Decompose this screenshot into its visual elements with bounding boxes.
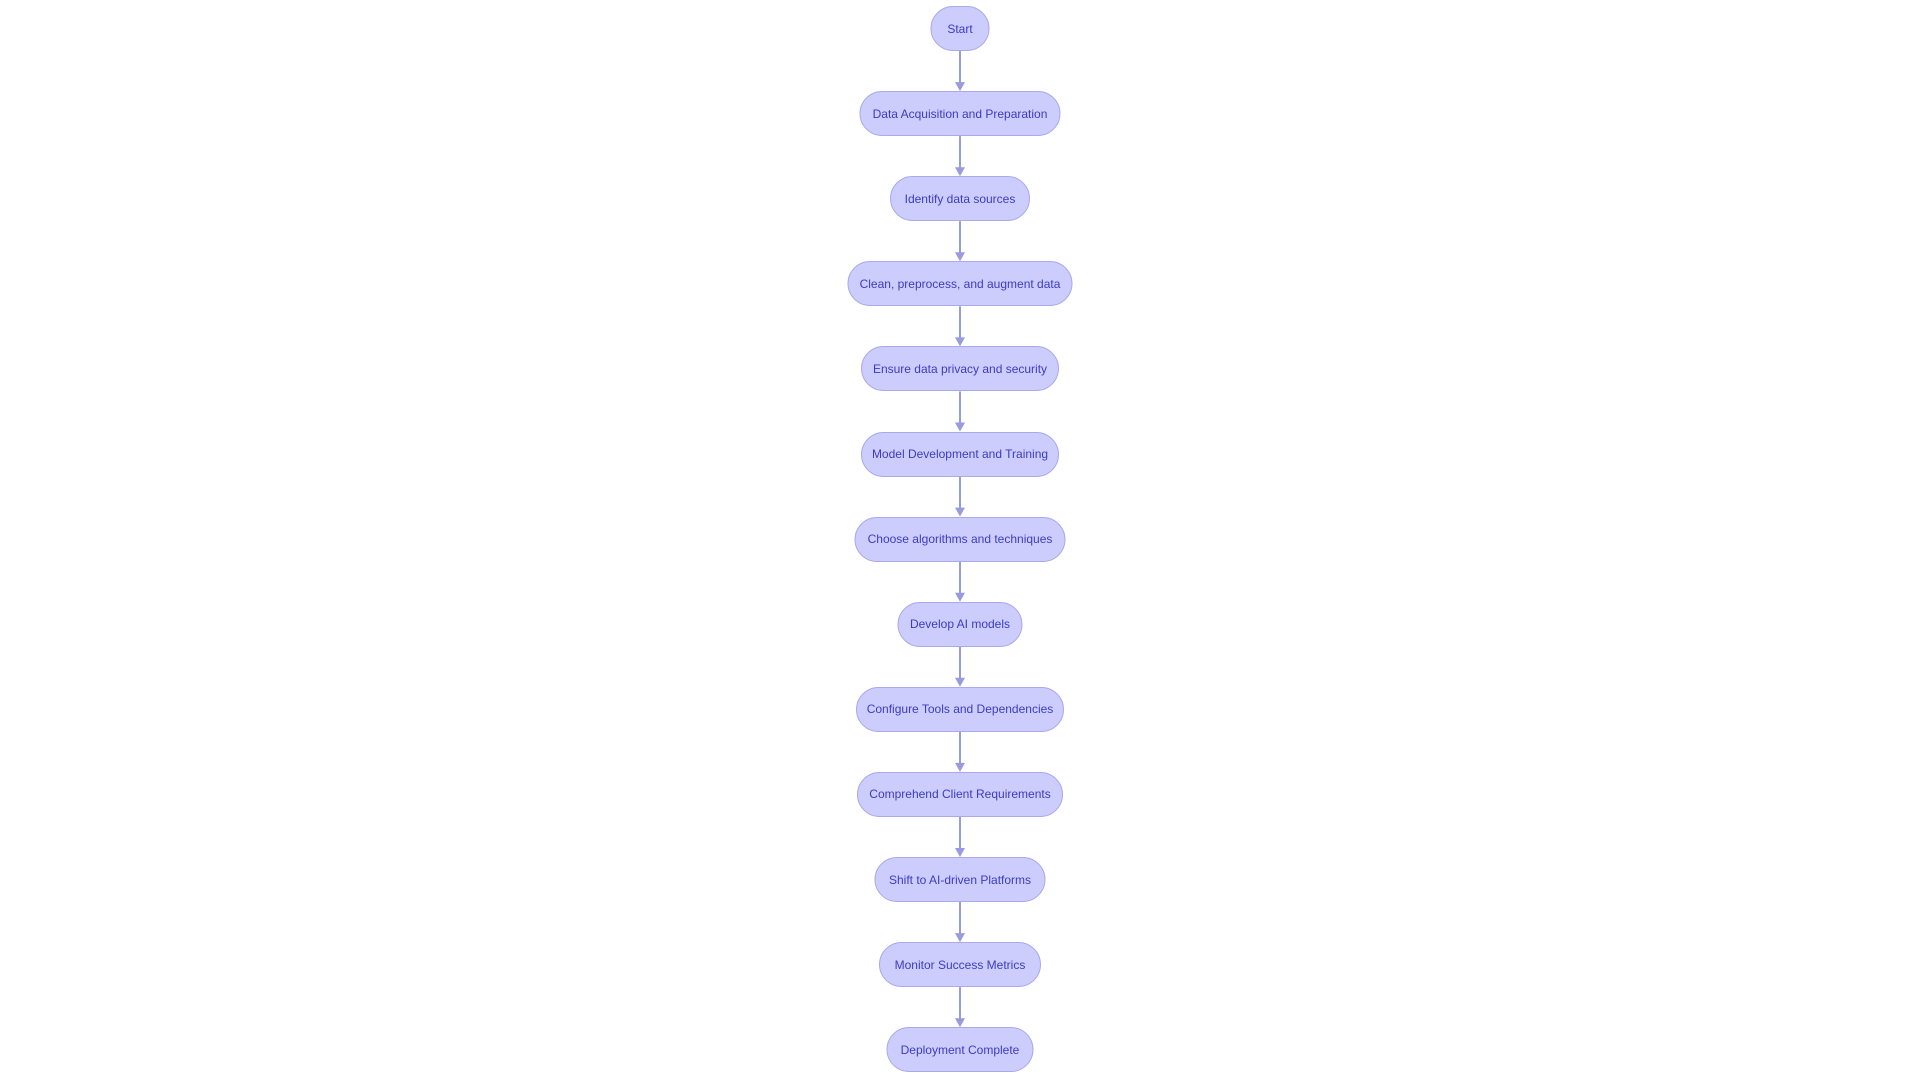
flow-node: Start <box>930 6 990 51</box>
flow-node: Comprehend Client Requirements <box>857 771 1063 817</box>
flow-node: Model Development and Training <box>861 431 1059 477</box>
arrowhead-icon <box>955 933 965 943</box>
flow-node: Data Acquisition and Preparation <box>859 91 1061 137</box>
arrowhead-icon <box>955 762 965 772</box>
flow-node: Develop AI models <box>897 601 1023 647</box>
arrowhead-icon <box>955 422 965 432</box>
flow-node: Shift to AI-driven Platforms <box>874 857 1046 902</box>
arrowhead-icon <box>955 167 965 177</box>
flow-node: Choose algorithms and techniques <box>854 516 1066 562</box>
flow-node: Identify data sources <box>890 176 1030 222</box>
flow-node: Configure Tools and Dependencies <box>856 686 1064 732</box>
flow-node: Ensure data privacy and security <box>861 346 1059 392</box>
flow-node: Clean, preprocess, and augment data <box>847 261 1073 307</box>
arrowhead-icon <box>955 82 965 92</box>
arrowhead-icon <box>955 677 965 687</box>
flow-node: Monitor Success Metrics <box>879 942 1041 988</box>
arrowhead-icon <box>955 507 965 517</box>
arrowhead-icon <box>955 252 965 262</box>
arrowhead-icon <box>955 337 965 347</box>
arrowhead-icon <box>955 848 965 857</box>
arrowhead-icon <box>955 1018 965 1028</box>
arrowhead-icon <box>955 592 965 602</box>
flow-node: Deployment Complete <box>886 1027 1034 1073</box>
